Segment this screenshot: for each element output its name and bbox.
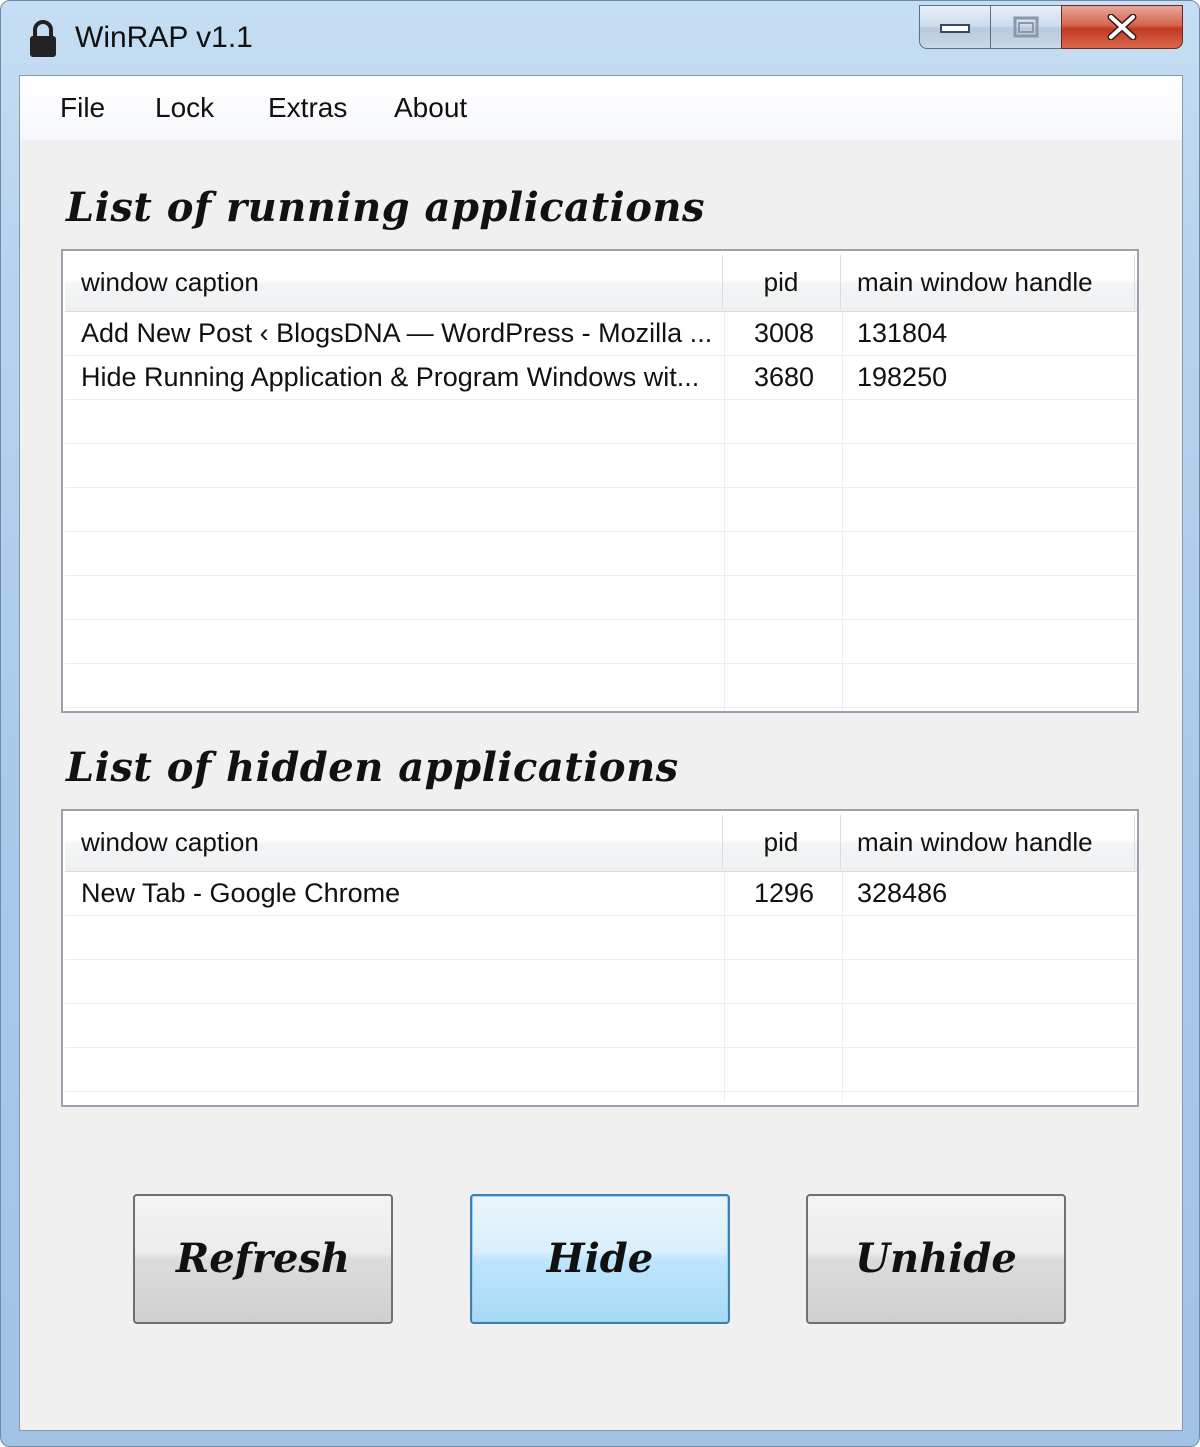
maximize-icon xyxy=(1013,16,1039,38)
unhide-button[interactable]: Unhide xyxy=(806,1194,1066,1324)
table-row[interactable]: Add New Post ‹ BlogsDNA — WordPress - Mo… xyxy=(65,312,1137,356)
column-header-pid[interactable]: pid xyxy=(723,813,839,871)
cell-pid: 1296 xyxy=(753,878,815,908)
cell-caption: Add New Post ‹ BlogsDNA — WordPress - Mo… xyxy=(81,318,713,348)
running-apps-list[interactable]: window caption pid main window handle Ad… xyxy=(61,249,1139,713)
empty-row xyxy=(65,488,1137,532)
close-button[interactable] xyxy=(1061,5,1183,49)
lock-icon xyxy=(27,19,59,59)
running-list-title: List of running applications xyxy=(66,184,706,231)
column-separator[interactable] xyxy=(840,815,841,869)
caption-buttons xyxy=(919,5,1183,51)
empty-row xyxy=(65,960,1137,1004)
hidden-list-title: List of hidden applications xyxy=(66,744,679,791)
empty-row xyxy=(65,916,1137,960)
running-list-header: window caption pid main window handle xyxy=(65,253,1137,312)
hide-button[interactable]: Hide xyxy=(470,1194,730,1324)
table-row[interactable]: Hide Running Application & Program Windo… xyxy=(65,356,1137,400)
empty-row xyxy=(65,1048,1137,1092)
cell-pid: 3008 xyxy=(753,318,815,348)
title-bar[interactable]: WinRAP v1.1 xyxy=(1,1,1199,75)
app-window: WinRAP v1.1 File Lock Extras About List … xyxy=(0,0,1200,1447)
column-header-handle[interactable]: main window handle xyxy=(857,813,1137,871)
refresh-button[interactable]: Refresh xyxy=(133,1194,393,1324)
column-separator[interactable] xyxy=(840,255,841,309)
client-area: File Lock Extras About List of running a… xyxy=(19,75,1183,1431)
column-separator xyxy=(1134,255,1135,309)
empty-row xyxy=(65,400,1137,444)
empty-row xyxy=(65,664,1137,708)
cell-caption: New Tab - Google Chrome xyxy=(81,878,401,908)
empty-row xyxy=(65,576,1137,620)
cell-handle: 131804 xyxy=(857,318,948,348)
hidden-apps-list[interactable]: window caption pid main window handle Ne… xyxy=(61,809,1139,1107)
column-header-caption[interactable]: window caption xyxy=(81,253,721,311)
empty-row xyxy=(65,1004,1137,1048)
column-header-caption[interactable]: window caption xyxy=(81,813,721,871)
cell-handle: 328486 xyxy=(857,878,948,908)
maximize-button[interactable] xyxy=(990,5,1062,49)
column-header-pid[interactable]: pid xyxy=(723,253,839,311)
window-title: WinRAP v1.1 xyxy=(75,21,253,54)
column-header-handle[interactable]: main window handle xyxy=(857,253,1137,311)
cell-handle: 198250 xyxy=(857,362,948,392)
close-icon xyxy=(1107,14,1137,40)
menu-file[interactable]: File xyxy=(60,92,105,124)
empty-row xyxy=(65,532,1137,576)
empty-row xyxy=(65,620,1137,664)
empty-row xyxy=(65,444,1137,488)
cell-pid: 3680 xyxy=(753,362,815,392)
menu-lock[interactable]: Lock xyxy=(155,92,214,124)
menu-about[interactable]: About xyxy=(394,92,467,124)
hidden-list-header: window caption pid main window handle xyxy=(65,813,1137,872)
menu-bar: File Lock Extras About xyxy=(20,76,1182,140)
table-row[interactable]: New Tab - Google Chrome 1296 328486 xyxy=(65,872,1137,916)
column-separator xyxy=(1134,815,1135,869)
menu-extras[interactable]: Extras xyxy=(268,92,347,124)
minimize-icon xyxy=(940,24,970,33)
minimize-button[interactable] xyxy=(919,5,991,49)
cell-caption: Hide Running Application & Program Windo… xyxy=(81,362,700,392)
